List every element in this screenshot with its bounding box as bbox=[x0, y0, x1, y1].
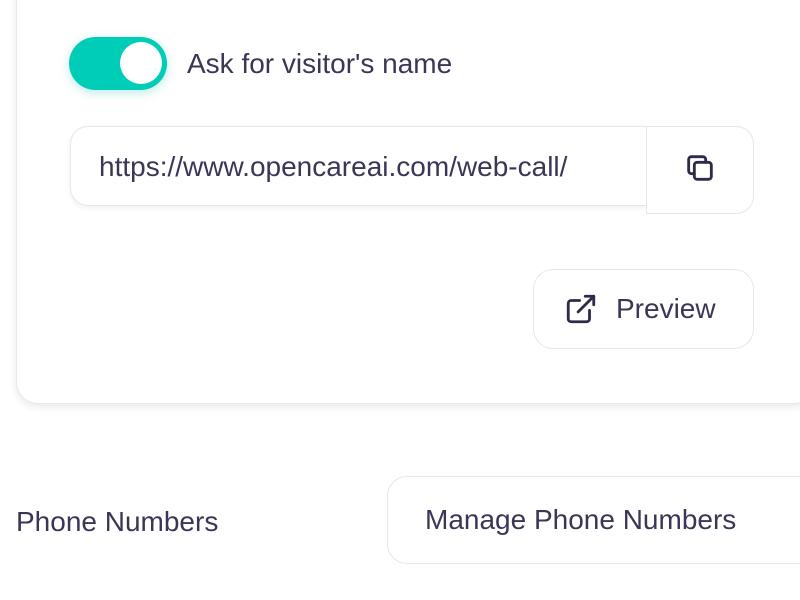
toggle-knob bbox=[120, 42, 162, 84]
preview-button[interactable]: Preview bbox=[533, 269, 754, 349]
preview-button-label: Preview bbox=[616, 293, 716, 324]
web-call-url-field bbox=[70, 126, 754, 214]
external-link-icon bbox=[564, 292, 598, 326]
web-call-url-input[interactable] bbox=[99, 127, 619, 205]
phone-numbers-label: Phone Numbers bbox=[16, 506, 219, 537]
ask-visitor-name-label: Ask for visitor's name bbox=[187, 48, 453, 79]
ask-visitor-name-toggle[interactable] bbox=[69, 37, 167, 90]
copy-url-button[interactable] bbox=[646, 126, 754, 214]
url-input-wrapper bbox=[70, 126, 646, 206]
copy-icon bbox=[683, 151, 717, 190]
manage-phone-numbers-button[interactable]: Manage Phone Numbers bbox=[387, 476, 800, 564]
manage-phone-numbers-label: Manage Phone Numbers bbox=[425, 504, 737, 535]
